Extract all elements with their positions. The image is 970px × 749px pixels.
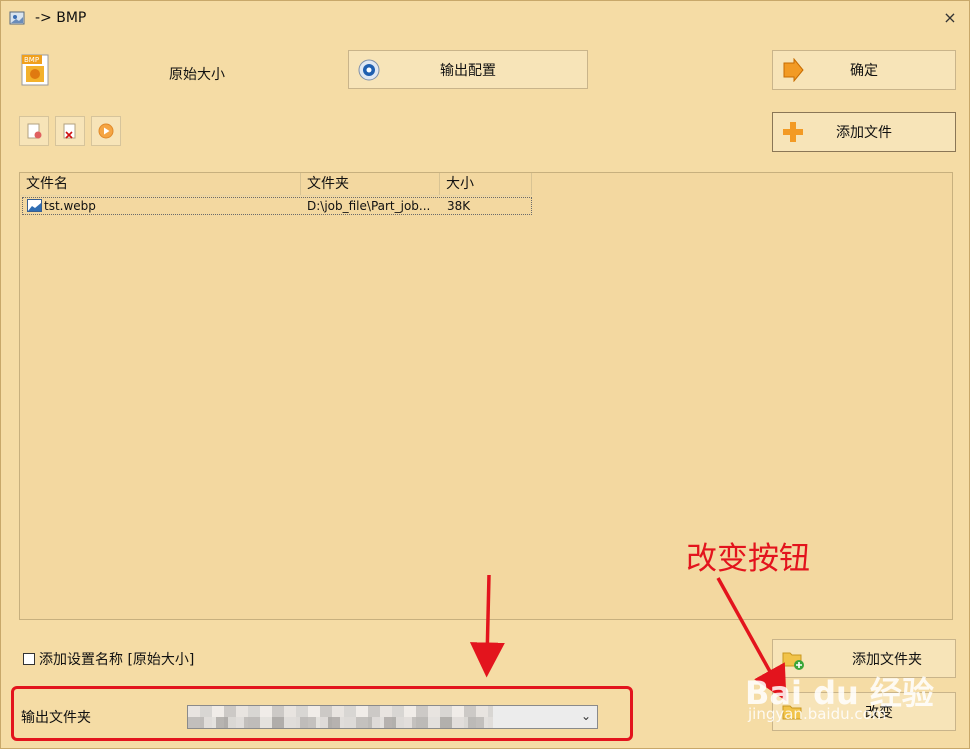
window-title: -> BMP [35, 10, 87, 26]
play-button[interactable] [91, 116, 121, 146]
output-config-label: 输出配置 [440, 62, 496, 79]
close-icon[interactable]: × [939, 7, 961, 29]
play-icon [98, 123, 114, 139]
file-delete-icon [63, 123, 76, 139]
title-bar: -> BMP × [1, 1, 969, 35]
file-list-header: 文件名 文件夹 大小 [20, 173, 532, 196]
arrow-right-icon [783, 58, 804, 82]
add-setting-name-option[interactable]: 添加设置名称 [原始大小] [23, 649, 194, 669]
folder-cell: D:\job_file\Part_job... [307, 199, 431, 213]
gear-icon [358, 59, 380, 80]
file-name-cell: tst.webp [44, 199, 96, 213]
size-label: 原始大小 [169, 67, 225, 83]
column-header-size[interactable]: 大小 [440, 173, 532, 195]
remove-file-button[interactable] [19, 116, 49, 146]
bmp-file-icon: BMP [21, 54, 49, 86]
table-row[interactable]: tst.webp D:\job_file\Part_job... 38K [22, 197, 532, 215]
output-config-button[interactable]: 输出配置 [348, 50, 588, 89]
column-header-filename[interactable]: 文件名 [20, 173, 301, 195]
add-file-label: 添加文件 [836, 125, 892, 141]
watermark-url: jingyan.baidu.com [748, 705, 887, 723]
file-list[interactable]: 文件名 文件夹 大小 tst.webp D:\job_file\Part_job… [19, 172, 953, 620]
file-minus-icon [27, 123, 42, 139]
redacted-path-lower [188, 717, 493, 728]
add-folder-label: 添加文件夹 [852, 651, 922, 668]
image-file-icon [27, 199, 42, 212]
svg-text:BMP: BMP [24, 56, 39, 64]
annotation-text: 改变按钮 [686, 541, 810, 577]
ok-button[interactable]: 确定 [772, 50, 956, 90]
add-file-button[interactable]: 添加文件 [772, 112, 956, 152]
ok-label: 确定 [850, 63, 878, 79]
output-folder-label: 输出文件夹 [21, 710, 91, 726]
output-folder-select[interactable]: ⌄ [187, 705, 598, 729]
chevron-down-icon[interactable]: ⌄ [581, 709, 591, 723]
folder-add-icon [782, 652, 804, 670]
delete-file-button[interactable] [55, 116, 85, 146]
add-setting-name-checkbox[interactable] [23, 653, 35, 665]
column-header-folder[interactable]: 文件夹 [301, 173, 440, 195]
main-window: -> BMP × BMP 原始大小 输出配置 确定 添加文件 文件名 文件夹 大… [0, 0, 970, 749]
app-icon [9, 11, 25, 25]
size-cell: 38K [447, 199, 471, 213]
plus-icon [783, 122, 803, 142]
add-setting-name-label: 添加设置名称 [原始大小] [39, 652, 195, 668]
